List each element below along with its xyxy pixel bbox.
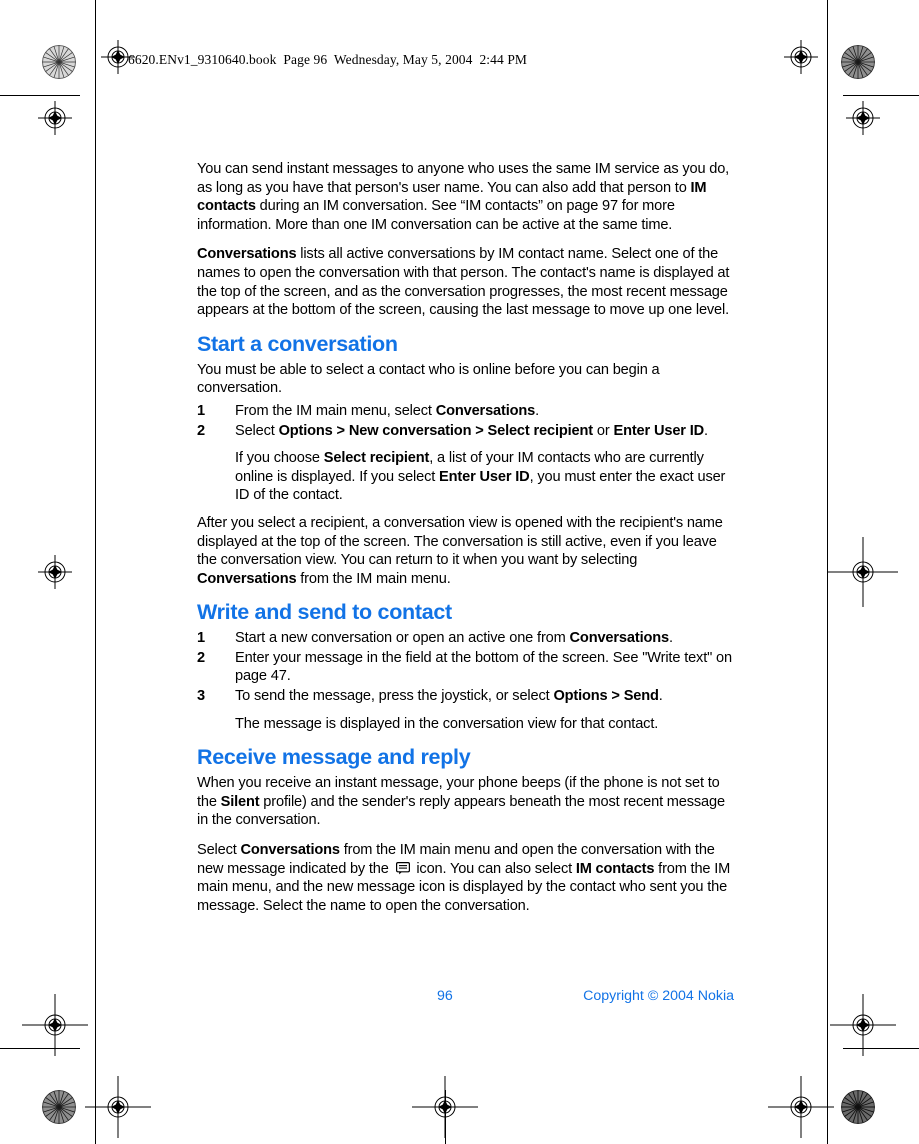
registration-mark-top-left-outer — [38, 101, 72, 135]
rosette-mark-top-right — [841, 45, 875, 79]
step-item: 1 From the IM main menu, select Conversat… — [197, 402, 734, 421]
step-number: 2 — [197, 649, 205, 666]
registration-mark-top-right-outer — [846, 101, 880, 135]
intro-p1-text-1: You can send instant messages to anyone … — [197, 161, 730, 196]
s3p2-bold-2: IM contacts — [575, 860, 655, 877]
registration-mark-middle-right — [828, 537, 898, 607]
registration-mark-bottom-left-inner — [85, 1076, 151, 1138]
step-text-1: Start a new conversation or open an acti… — [235, 630, 570, 647]
step-text-3: . — [704, 422, 708, 439]
registration-mark-middle-left — [38, 555, 72, 589]
step-item: 2 Enter your message in the field at the … — [197, 649, 734, 686]
registration-mark-bottom-right-inner — [768, 1076, 834, 1138]
section-1-lead: You must be able to select a contact who… — [197, 361, 660, 397]
section-1-steps: 1 From the IM main menu, select Conversat… — [197, 402, 734, 505]
page-footer: 96 Copyright © 2004 Nokia — [197, 988, 734, 1004]
substep-text-1: The message is displayed in the conversa… — [235, 715, 659, 732]
section-1-closing-paragraph: After you select a recipient, a conversa… — [197, 514, 734, 588]
step-substep-paragraph: If you choose Select recipient, a list o… — [197, 449, 734, 505]
step-bold-1: Options > Send — [553, 688, 659, 705]
intro-p2-bold-1: Conversations — [197, 246, 297, 263]
section-3-paragraph-1: When you receive an instant message, you… — [197, 774, 734, 830]
new-message-bubble-icon — [395, 861, 410, 875]
substep-bold-1: Select recipient — [323, 450, 430, 467]
substep-text-1: If you choose — [235, 450, 324, 467]
book-file-header: 6620.ENv1_9310640.book Page 96 Wednesday… — [128, 52, 528, 67]
footer-page-number: 96 — [437, 988, 453, 1004]
step-text-2: . — [535, 402, 540, 419]
step-bold-1: Options > New conversation > Select reci… — [278, 422, 594, 439]
registration-mark-bottom-right-outer — [830, 994, 896, 1056]
trim-line-right — [827, 0, 828, 1144]
s3p1-bold-1: Silent — [220, 793, 260, 810]
s3p2-text-3: icon. You can also select — [412, 860, 576, 877]
registration-mark-bottom-center — [412, 1076, 478, 1138]
s3p1-text-2: profile) and the sender's reply appears … — [197, 793, 725, 829]
step-substep-paragraph: The message is displayed in the conversa… — [197, 715, 734, 734]
step-bold-1: Conversations — [435, 402, 536, 419]
step-text-1: From the IM main menu, select — [235, 402, 436, 419]
step-text-2: . — [658, 688, 663, 705]
section-heading-start-a-conversation: Start a conversation — [197, 331, 398, 356]
intro-p1-text-2: during an IM conversation. See “IM conta… — [197, 198, 675, 233]
step-item: 2 Select Options > New conversation > Sel… — [197, 422, 734, 441]
step-text-1: Select — [235, 422, 279, 439]
step-text-2: . — [668, 630, 673, 647]
step-text-2: or — [593, 422, 614, 439]
section-heading-receive-message-and-reply: Receive message and reply — [197, 745, 471, 770]
page-content: You can send instant messages to anyone … — [197, 160, 734, 926]
step-text-1: Enter your message in the field at the b… — [235, 649, 732, 685]
step-item: 1 Start a new conversation or open an act… — [197, 629, 734, 648]
closing-bold-1: Conversations — [197, 570, 297, 587]
trim-line-top-left — [0, 95, 80, 96]
closing-text-2: from the IM main menu. — [296, 570, 451, 587]
section-2-steps: 1 Start a new conversation or open an act… — [197, 629, 734, 733]
s3p2-bold-1: Conversations — [240, 842, 340, 859]
step-number: 1 — [197, 402, 205, 419]
section-heading-write-and-send-to-contact: Write and send to contact — [197, 600, 452, 625]
rosette-mark-top-left — [42, 45, 76, 79]
intro-paragraph-2: Conversations lists all active conversat… — [197, 245, 734, 319]
step-bold-1: Conversations — [569, 630, 670, 647]
footer-copyright: Copyright © 2004 Nokia — [583, 988, 734, 1004]
step-number: 3 — [197, 688, 205, 705]
step-number: 2 — [197, 422, 205, 439]
step-number: 1 — [197, 630, 205, 647]
registration-mark-bottom-left-outer — [22, 994, 88, 1056]
step-item: 3 To send the message, press the joystick… — [197, 687, 734, 706]
step-bold-2: Enter User ID — [613, 422, 705, 439]
closing-text-1: After you select a recipient, a conversa… — [197, 514, 723, 569]
trim-line-bottom-left — [0, 1048, 80, 1049]
trim-line-left — [95, 0, 96, 1144]
s3p2-text-1: Select — [197, 842, 241, 859]
substep-bold-2: Enter User ID — [439, 468, 530, 485]
rosette-mark-bottom-right — [841, 1090, 875, 1124]
intro-paragraph-1: You can send instant messages to anyone … — [197, 160, 734, 234]
step-text-1: To send the message, press the joystick,… — [235, 688, 554, 705]
section-3-paragraph-2: Select Conversations from the IM main me… — [197, 841, 734, 915]
rosette-mark-bottom-left — [42, 1090, 76, 1124]
trim-line-top-right — [843, 95, 919, 96]
trim-line-bottom-right — [843, 1048, 919, 1049]
registration-mark-top-right-inner — [784, 40, 818, 74]
